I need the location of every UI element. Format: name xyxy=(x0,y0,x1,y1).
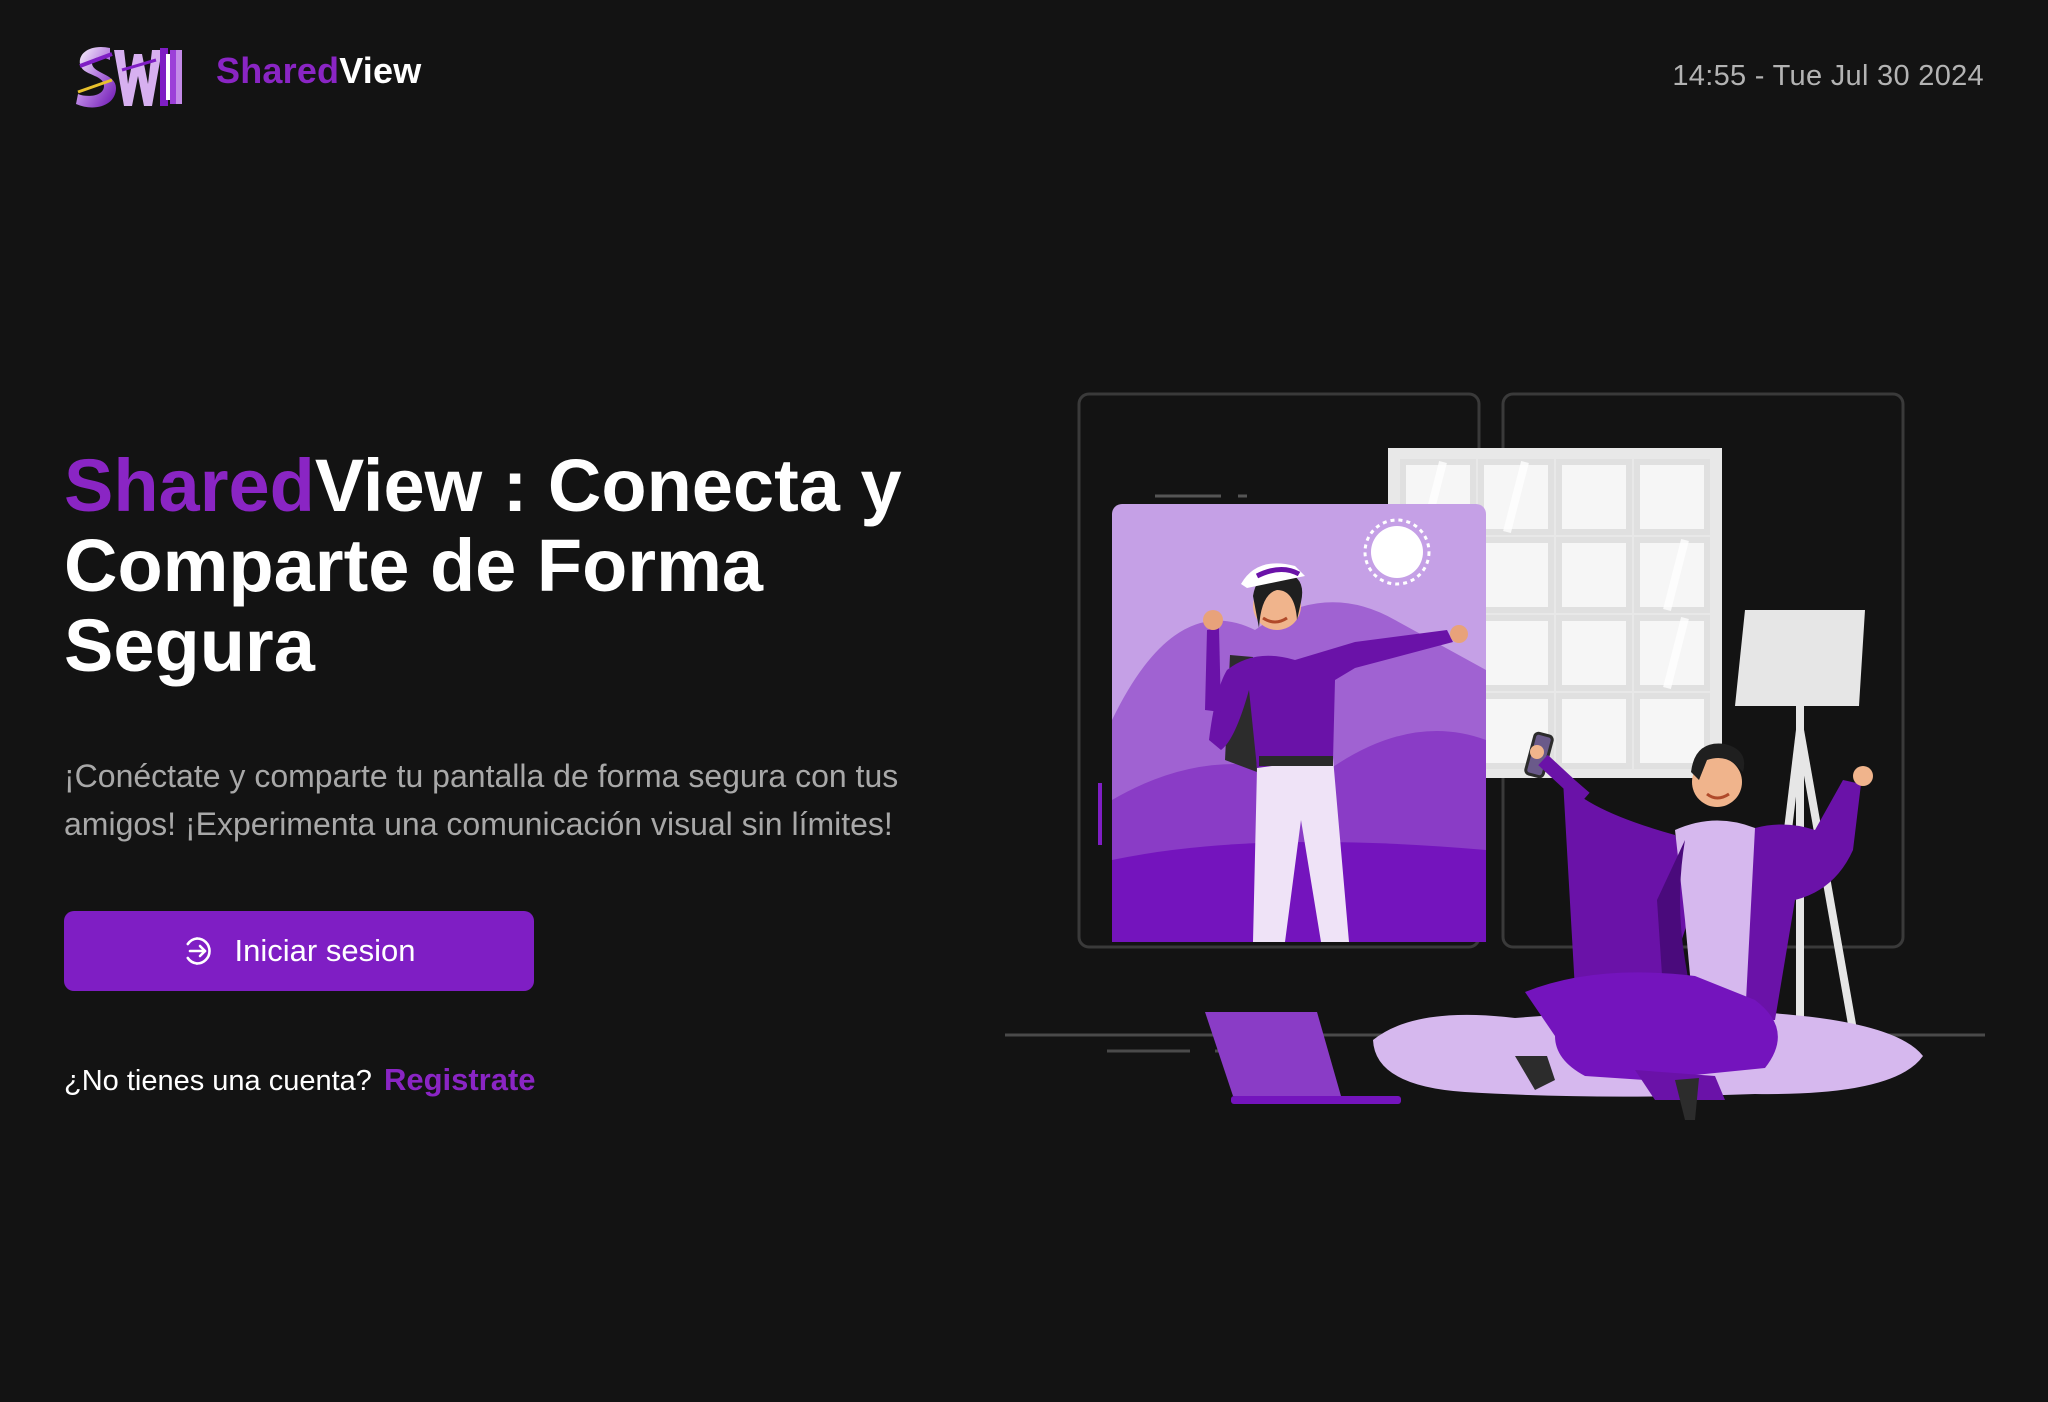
login-arrow-icon xyxy=(183,934,217,968)
hero-title-accent: Shared xyxy=(64,444,315,527)
hero-description: ¡Conéctate y comparte tu pantalla de for… xyxy=(64,758,899,842)
login-button-label: Iniciar sesion xyxy=(234,933,416,968)
brand-name[interactable]: SharedView xyxy=(216,50,421,92)
brand-name-part1: Shared xyxy=(216,50,340,91)
login-button[interactable]: Iniciar sesion xyxy=(64,911,534,991)
signup-row: ¿No tienes una cuenta? Registrate xyxy=(64,1062,536,1098)
datetime-display: 14:55 - Tue Jul 30 2024 xyxy=(1672,60,1984,92)
sv-logo-icon[interactable] xyxy=(72,40,184,114)
landing-page: SharedView 14:55 - Tue Jul 30 2024 Share… xyxy=(0,0,2048,1402)
hero-illustration xyxy=(995,380,1995,1140)
top-header: SharedView 14:55 - Tue Jul 30 2024 xyxy=(0,0,2048,150)
signup-link[interactable]: Registrate xyxy=(384,1062,536,1097)
signup-prompt: ¿No tienes una cuenta? xyxy=(64,1065,372,1097)
hero-title: SharedView : Conecta y Comparte de Forma… xyxy=(64,446,964,686)
brand-name-part2: View xyxy=(339,50,422,91)
